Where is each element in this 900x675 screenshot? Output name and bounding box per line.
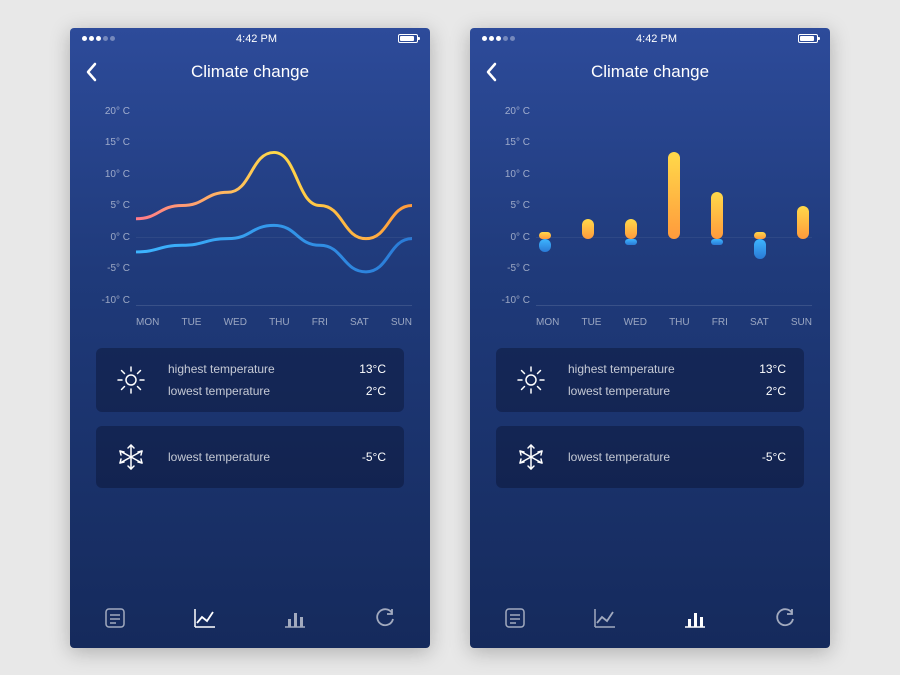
low-label: lowest temperature bbox=[168, 384, 270, 398]
summary-card-sun[interactable]: highest temperature 13°C lowest temperatu… bbox=[96, 348, 404, 412]
phone-line-view: 4:42 PM Climate change 20° C 15° C 10° C… bbox=[70, 28, 430, 648]
summary-card-snow[interactable]: lowest temperature -5°C bbox=[496, 426, 804, 488]
status-bar: 4:42 PM bbox=[470, 28, 830, 50]
low-value: 2°C bbox=[766, 384, 786, 398]
tab-refresh[interactable] bbox=[769, 602, 801, 634]
header: Climate change bbox=[470, 50, 830, 94]
low-label: lowest temperature bbox=[568, 450, 670, 464]
summary-card-sun[interactable]: highest temperature 13°C lowest temperatu… bbox=[496, 348, 804, 412]
snowflake-icon bbox=[114, 440, 148, 474]
high-label: highest temperature bbox=[168, 362, 275, 376]
x-axis: MONTUEWEDTHUFRISATSUN bbox=[136, 317, 412, 328]
phone-bar-view: 4:42 PM Climate change 20° C 15° C 10° C… bbox=[470, 28, 830, 648]
status-bar: 4:42 PM bbox=[70, 28, 430, 50]
high-value: 13°C bbox=[359, 362, 386, 376]
page-title: Climate change bbox=[591, 62, 709, 82]
summary-cards: highest temperature 13°C lowest temperatu… bbox=[70, 334, 430, 488]
chevron-left-icon bbox=[484, 62, 498, 82]
summary-card-snow[interactable]: lowest temperature -5°C bbox=[96, 426, 404, 488]
chevron-left-icon bbox=[84, 62, 98, 82]
signal-dots-icon bbox=[482, 36, 515, 41]
low-label: lowest temperature bbox=[168, 450, 270, 464]
low-value: 2°C bbox=[366, 384, 386, 398]
summary-cards: highest temperature 13°C lowest temperatu… bbox=[470, 334, 830, 488]
tab-list[interactable] bbox=[499, 602, 531, 634]
battery-icon bbox=[798, 34, 818, 43]
line-chart: 20° C 15° C 10° C 5° C 0° C -5° C -10° C… bbox=[70, 94, 430, 334]
clock: 4:42 PM bbox=[236, 33, 277, 45]
line-series bbox=[136, 106, 412, 305]
low-value: -5°C bbox=[762, 450, 786, 464]
tab-list[interactable] bbox=[99, 602, 131, 634]
y-axis: 20° C 15° C 10° C 5° C 0° C -5° C -10° C bbox=[88, 106, 130, 306]
tab-bar-chart[interactable] bbox=[679, 602, 711, 634]
tab-bar bbox=[470, 588, 830, 648]
tab-line-chart[interactable] bbox=[589, 602, 621, 634]
page-title: Climate change bbox=[191, 62, 309, 82]
tab-refresh[interactable] bbox=[369, 602, 401, 634]
high-label: highest temperature bbox=[568, 362, 675, 376]
back-button[interactable] bbox=[484, 62, 498, 87]
tab-line-chart[interactable] bbox=[189, 602, 221, 634]
x-axis: MONTUEWEDTHUFRISATSUN bbox=[536, 317, 812, 328]
snowflake-icon bbox=[514, 440, 548, 474]
y-axis: 20° C 15° C 10° C 5° C 0° C -5° C -10° C bbox=[488, 106, 530, 306]
sun-icon bbox=[514, 363, 548, 397]
battery-icon bbox=[398, 34, 418, 43]
sun-icon bbox=[114, 363, 148, 397]
tab-bar bbox=[70, 588, 430, 648]
tab-bar-chart[interactable] bbox=[279, 602, 311, 634]
low-value: -5°C bbox=[362, 450, 386, 464]
clock: 4:42 PM bbox=[636, 33, 677, 45]
bar-series bbox=[536, 106, 812, 306]
header: Climate change bbox=[70, 50, 430, 94]
low-label: lowest temperature bbox=[568, 384, 670, 398]
high-value: 13°C bbox=[759, 362, 786, 376]
back-button[interactable] bbox=[84, 62, 98, 87]
signal-dots-icon bbox=[82, 36, 115, 41]
bar-chart: 20° C 15° C 10° C 5° C 0° C -5° C -10° C… bbox=[470, 94, 830, 334]
